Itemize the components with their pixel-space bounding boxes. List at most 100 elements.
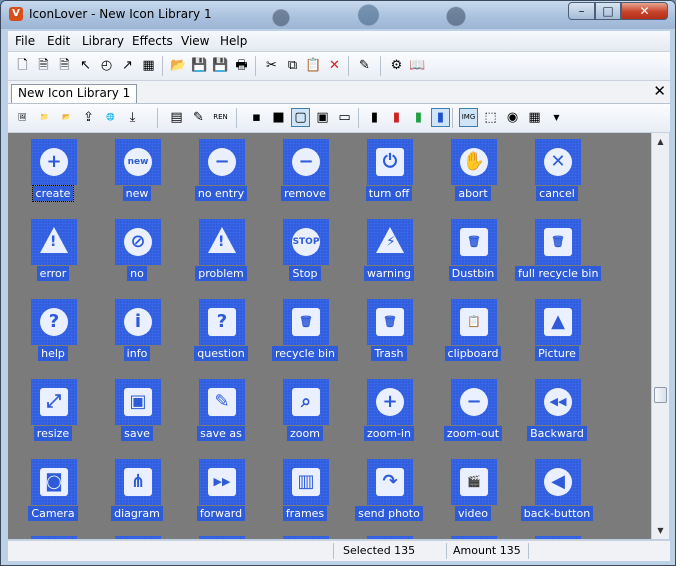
- new-document-icon[interactable]: 🗎: [56, 57, 73, 74]
- scroll-thumb[interactable]: [654, 387, 667, 403]
- icon-item[interactable]: 🗑 Trash: [347, 296, 431, 376]
- icon-item[interactable]: + create: [11, 136, 95, 216]
- new-animated-cursor-icon[interactable]: ↗: [119, 57, 136, 74]
- icon-item[interactable]: ▲ Picture: [515, 296, 599, 376]
- menu-library[interactable]: Library: [82, 34, 124, 48]
- tools-icon[interactable]: ⚙: [388, 57, 405, 74]
- properties-icon[interactable]: ✎: [356, 57, 373, 74]
- icon-item[interactable]: ◙ Camera: [11, 456, 95, 536]
- icon-item[interactable]: ! problem: [179, 216, 263, 296]
- color-true-icon[interactable]: ▮: [431, 108, 450, 127]
- icon-item[interactable]: ✋ abort: [431, 136, 515, 216]
- view-large-icon[interactable]: ▢: [291, 108, 310, 127]
- add-image-icon[interactable]: 🖼: [14, 109, 31, 126]
- new-animated-icon[interactable]: ◴: [98, 57, 115, 74]
- icon-item[interactable]: ⤢ resize: [11, 376, 95, 456]
- cut-icon[interactable]: ✂: [263, 57, 280, 74]
- view-tiny-icon[interactable]: ▪: [248, 109, 265, 126]
- preview-icon[interactable]: ◉: [504, 109, 521, 126]
- icon-item[interactable]: ▣ save: [95, 376, 179, 456]
- menu-edit[interactable]: Edit: [47, 34, 70, 48]
- save-all-icon[interactable]: 💾: [212, 57, 229, 74]
- icon-item[interactable]: ◀ back-button: [515, 456, 599, 536]
- open-icon[interactable]: 📂: [58, 109, 75, 126]
- tab-new-icon-library-1[interactable]: New Icon Library 1: [11, 84, 138, 103]
- scroll-down-icon[interactable]: ▼: [652, 522, 669, 539]
- download-icon[interactable]: ⤓: [124, 109, 141, 126]
- menu-view[interactable]: View: [181, 34, 209, 48]
- view-list-icon[interactable]: ▭: [336, 109, 353, 126]
- rename-icon[interactable]: REN: [212, 109, 229, 126]
- icon-item[interactable]: ? question: [179, 296, 263, 376]
- scroll-up-icon[interactable]: ▲: [652, 133, 669, 150]
- view-details-icon[interactable]: ▣: [314, 109, 331, 126]
- img-format-icon[interactable]: IMG: [459, 108, 478, 127]
- add-folder-icon[interactable]: 📁: [36, 109, 53, 126]
- icon-item[interactable]: ✕ cancel: [515, 136, 599, 216]
- icon-item[interactable]: ! error: [11, 216, 95, 296]
- icon-item[interactable]: − remove: [263, 136, 347, 216]
- icon-item[interactable]: 🗑 Dustbin: [431, 216, 515, 296]
- new-icon-icon[interactable]: 🗎: [35, 57, 52, 74]
- icon-item[interactable]: ⏻ turn off: [347, 136, 431, 216]
- open-folder-icon[interactable]: 📂: [170, 57, 187, 74]
- dropdown-arrow-icon[interactable]: ▼: [548, 109, 565, 126]
- layers-icon[interactable]: ▤: [168, 109, 185, 126]
- icon-item[interactable]: ▥ frames: [263, 456, 347, 536]
- toolbar-separator: [380, 56, 381, 76]
- close-tab-icon[interactable]: ✕: [653, 82, 666, 100]
- icon-item[interactable]: ◀◀ Backward: [515, 376, 599, 456]
- icon-item[interactable]: ⋔ diagram: [95, 456, 179, 536]
- maximize-button[interactable]: □: [595, 2, 621, 20]
- title-bar[interactable]: V IconLover - New Icon Library 1 – □ ✕: [1, 1, 675, 29]
- mono-color-icon[interactable]: ▮: [366, 109, 383, 126]
- edit-pen-icon[interactable]: ✎: [190, 109, 207, 126]
- new-cursor-icon[interactable]: ↖: [77, 57, 94, 74]
- menu-file[interactable]: File: [15, 34, 35, 48]
- icon-label-text: save as: [197, 426, 245, 441]
- web-icon[interactable]: 🌐: [102, 109, 119, 126]
- icon-item[interactable]: STOP Stop: [263, 216, 347, 296]
- print-icon[interactable]: 🖶: [233, 57, 250, 74]
- icon-item[interactable]: ✎ save as: [179, 376, 263, 456]
- icon-item[interactable]: − no entry: [179, 136, 263, 216]
- icon-item[interactable]: 🗑 recycle bin: [263, 296, 347, 376]
- minimize-button[interactable]: –: [568, 2, 595, 20]
- iconlover-app-icon[interactable]: V: [9, 7, 23, 21]
- copy-icon[interactable]: ⧉: [284, 57, 301, 74]
- new-library-icon[interactable]: ▦: [140, 57, 157, 74]
- icon-glyph: !: [218, 234, 225, 250]
- new-file-icon[interactable]: 🗋: [14, 57, 31, 74]
- icon-grid[interactable]: + create new new − no entry − remove ⏻ turn off ✋ a…: [8, 133, 651, 539]
- close-window-button[interactable]: ✕: [621, 2, 668, 20]
- icon-item[interactable]: ⚡ warning: [347, 216, 431, 296]
- export-icon[interactable]: ⇪: [80, 109, 97, 126]
- effects-icon[interactable]: ▦: [526, 109, 543, 126]
- resize-tool-icon[interactable]: ⬚: [482, 109, 499, 126]
- icon-item[interactable]: 🎬 video: [431, 456, 515, 536]
- icon-item[interactable]: − zoom-out: [431, 376, 515, 456]
- icon-item[interactable]: + zoom-in: [347, 376, 431, 456]
- icon-item[interactable]: 🗑 full recycle bin: [515, 216, 602, 296]
- color-16-icon[interactable]: ▮: [388, 109, 405, 126]
- icon-label-text: forward: [196, 506, 246, 521]
- save-icon[interactable]: 💾: [191, 57, 208, 74]
- icon-item[interactable]: new new: [95, 136, 179, 216]
- icon-item[interactable]: i info: [95, 296, 179, 376]
- help-book-icon[interactable]: 📖: [409, 57, 426, 74]
- toolbar-separator: [348, 56, 349, 76]
- icon-item[interactable]: ⌕ zoom: [263, 376, 347, 456]
- icon-item[interactable]: ? help: [11, 296, 95, 376]
- paste-icon[interactable]: 📋: [305, 57, 322, 74]
- menu-help[interactable]: Help: [220, 34, 247, 48]
- problem-icon: !: [208, 227, 236, 253]
- delete-icon[interactable]: ✕: [326, 57, 343, 74]
- icon-item[interactable]: ↷ send photo: [347, 456, 431, 536]
- view-small-icon[interactable]: ■: [270, 109, 287, 126]
- icon-item[interactable]: ⊘ no: [95, 216, 179, 296]
- icon-item[interactable]: 📋 clipboard: [431, 296, 515, 376]
- color-256-icon[interactable]: ▮: [410, 109, 427, 126]
- menu-effects[interactable]: Effects: [132, 34, 173, 48]
- vertical-scrollbar[interactable]: ▲ ▼: [651, 133, 669, 539]
- icon-item[interactable]: ▶▶ forward: [179, 456, 263, 536]
